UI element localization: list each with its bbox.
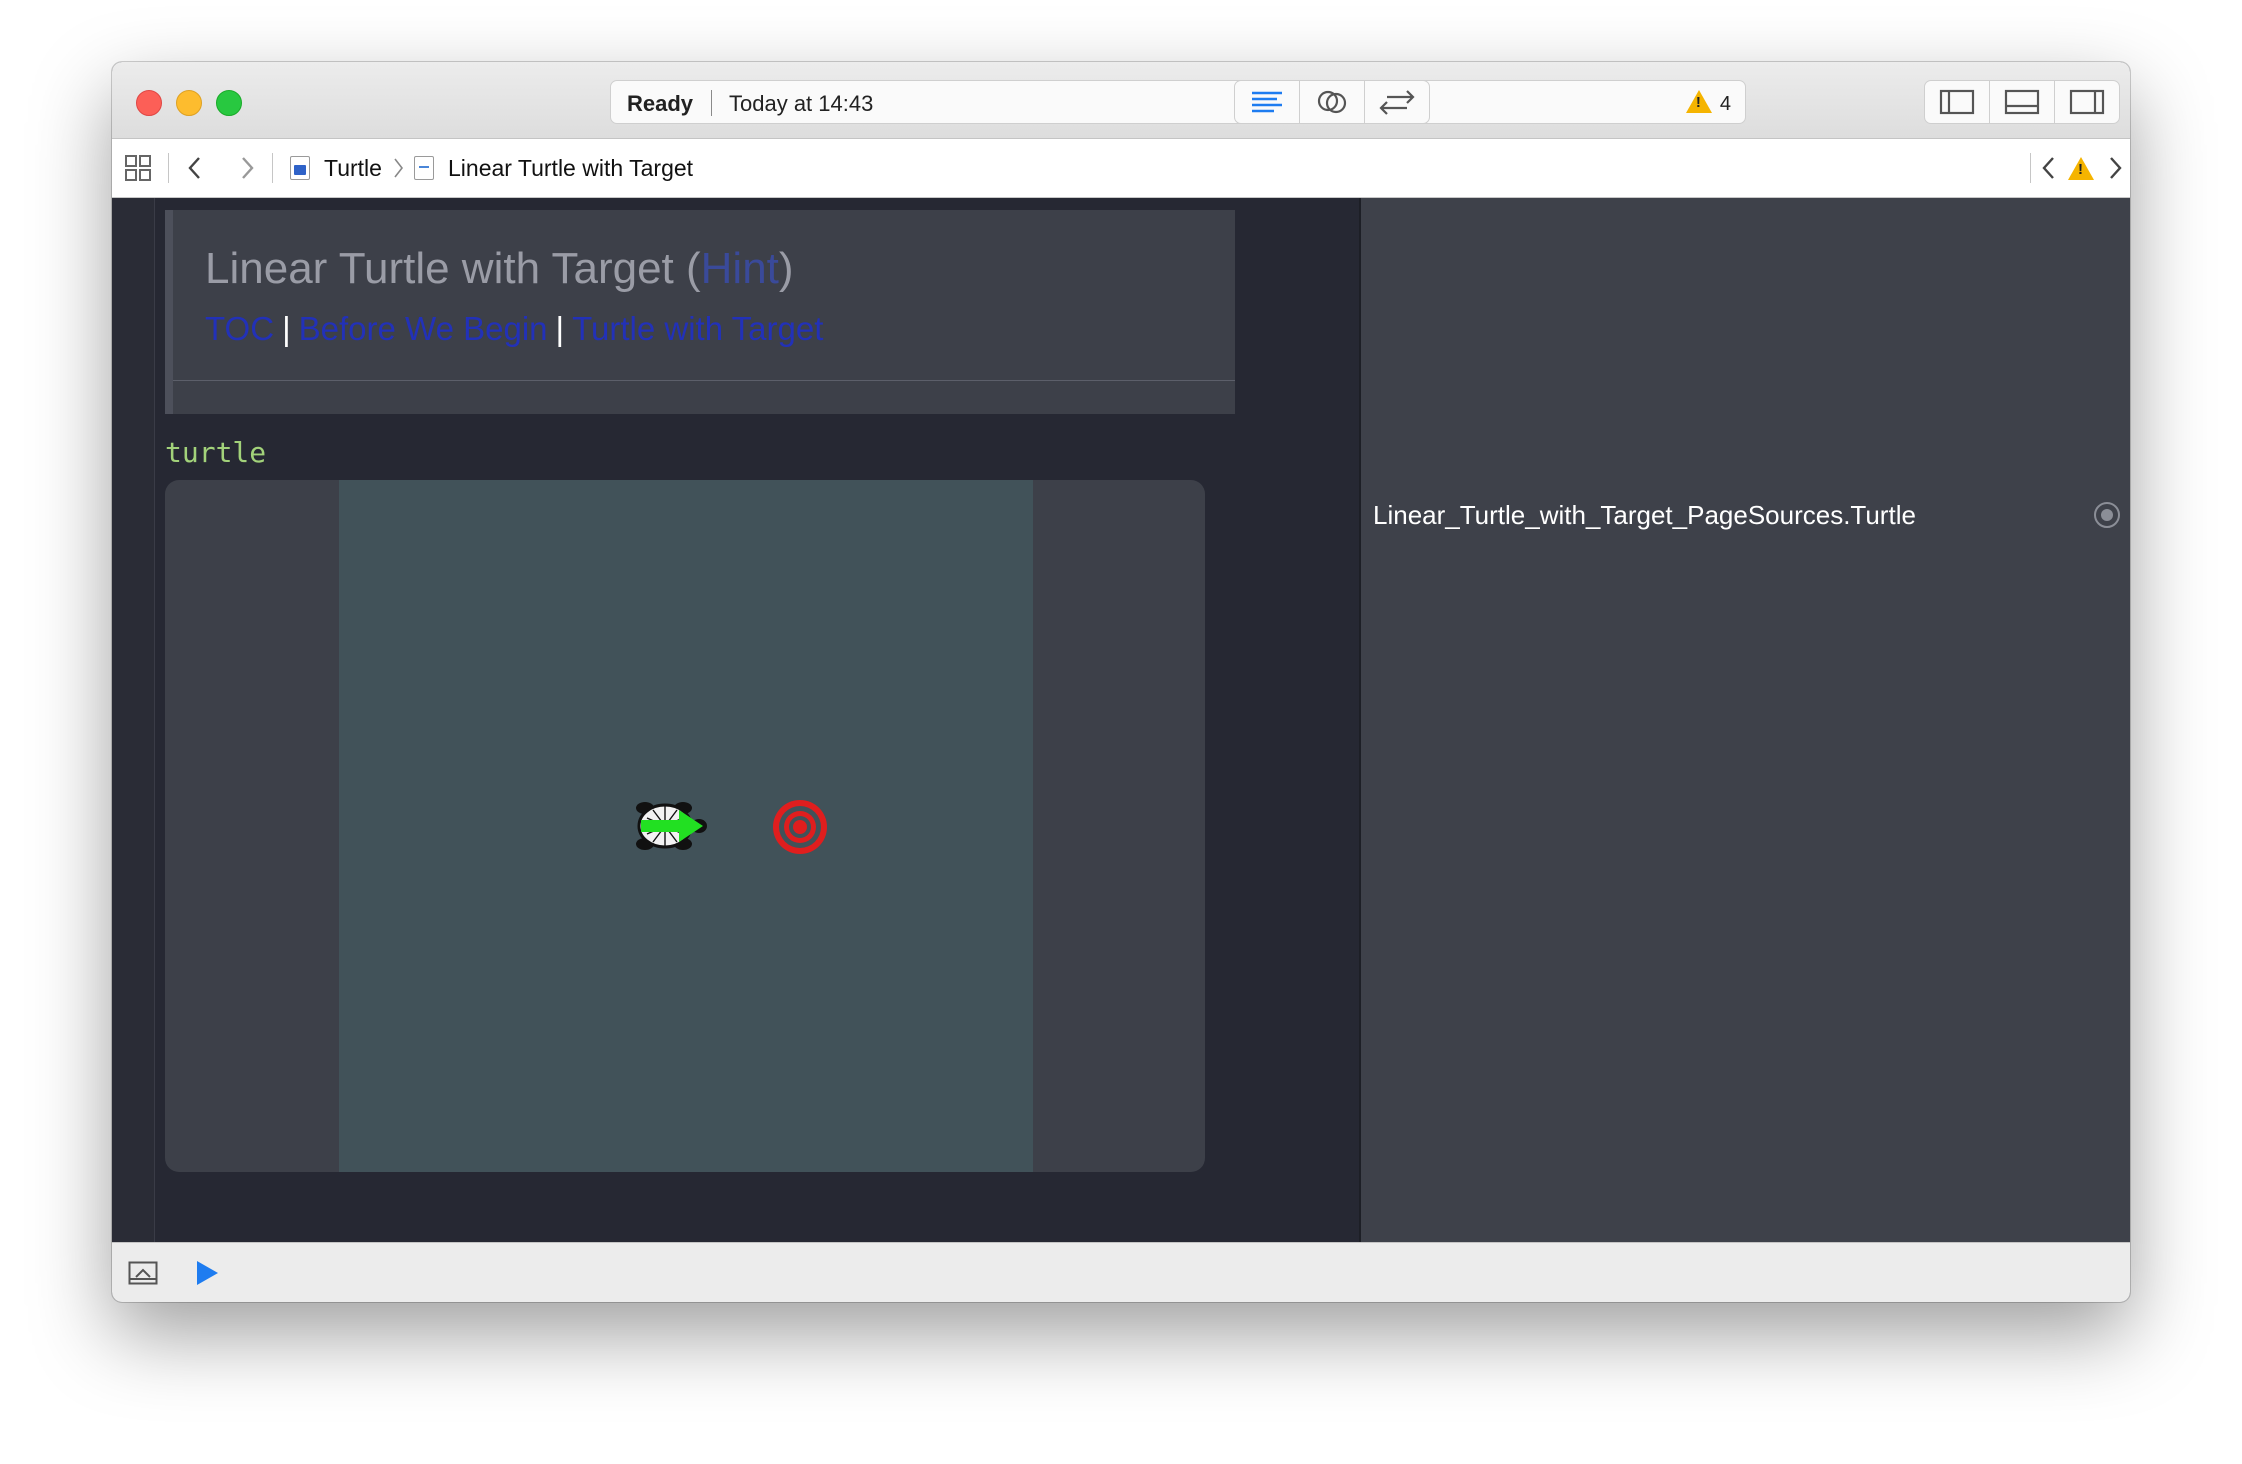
code-line[interactable]: turtle <box>165 436 266 469</box>
page-title: Linear Turtle with Target (Hint) <box>205 244 794 293</box>
hint-link[interactable]: Hint <box>701 244 779 293</box>
turtle-sprite <box>636 802 707 850</box>
debug-bar <box>112 1242 2130 1302</box>
navigate-forward-button[interactable] <box>236 139 258 197</box>
jump-bar-divider <box>2030 153 2031 183</box>
playground-page-icon <box>414 156 434 180</box>
editor-gutter <box>112 198 155 1242</box>
navigate-back-button[interactable] <box>184 139 206 197</box>
show-debug-area-icon <box>128 1261 158 1285</box>
playground-window: Ready Today at 14:43 4 <box>112 62 2130 1302</box>
toc-link[interactable]: TOC <box>205 310 274 347</box>
chevron-right-icon <box>242 157 254 179</box>
status-separator <box>711 90 712 116</box>
warning-count: 4 <box>1719 93 1731 115</box>
editor-mode-control <box>1234 80 1430 124</box>
show-result-button[interactable] <box>2094 502 2120 528</box>
toggle-navigator-button[interactable] <box>1925 81 1990 123</box>
warning-indicator[interactable]: 4 <box>1685 90 1731 116</box>
chevron-left-icon <box>2042 157 2054 179</box>
related-items-icon <box>125 155 151 181</box>
breadcrumb-label: Turtle <box>324 154 382 181</box>
issue-warning-indicator[interactable] <box>2068 139 2094 197</box>
toggle-debug-area-button[interactable] <box>1990 81 2055 123</box>
source-editor[interactable]: Linear Turtle with Target (Hint) TOC | Bef… <box>155 198 1359 1242</box>
standard-editor-button[interactable] <box>1235 81 1300 123</box>
zoom-window-button[interactable] <box>216 90 242 116</box>
chevron-right-icon <box>394 158 404 178</box>
status-state: Ready <box>627 91 694 116</box>
link-separator: | <box>555 310 565 347</box>
horizontal-rule <box>173 380 1235 381</box>
assistant-editor-button[interactable] <box>1300 81 1365 123</box>
activity-status-view: Ready Today at 14:43 4 <box>610 80 1746 124</box>
result-value: Linear_Turtle_with_Target_PageSources.Tu… <box>1373 500 1916 530</box>
playground-file-icon <box>290 156 310 180</box>
standard-editor-icon <box>1252 91 1282 113</box>
warning-icon <box>2068 156 2094 180</box>
run-playground-button[interactable] <box>194 1259 220 1292</box>
toggle-utilities-button[interactable] <box>2055 81 2119 123</box>
close-window-button[interactable] <box>136 90 162 116</box>
version-editor-button[interactable] <box>1365 81 1429 123</box>
breadcrumb-page[interactable]: Linear Turtle with Target <box>414 139 693 197</box>
jump-bar-divider <box>272 153 273 183</box>
utilities-panel-icon <box>2069 89 2105 115</box>
related-items-button[interactable] <box>124 139 152 197</box>
title-bar: Ready Today at 14:43 4 <box>112 62 2130 139</box>
markup-comment-block: Linear Turtle with Target (Hint) TOC | Bef… <box>165 210 1235 414</box>
breadcrumb-separator <box>392 139 406 197</box>
target-sprite <box>773 800 827 854</box>
minimize-window-button[interactable] <box>176 90 202 116</box>
turtle-with-target-link[interactable]: Turtle with Target <box>572 310 823 347</box>
jump-bar: Turtle Linear Turtle with Target <box>112 139 2130 198</box>
results-sidebar: Linear_Turtle_with_Target_PageSources.Tu… <box>1361 198 2130 1242</box>
chevron-left-icon <box>188 157 200 179</box>
status-time: Today at 14:43 <box>729 91 874 116</box>
warning-icon <box>1685 90 1712 113</box>
chevron-right-icon <box>2110 157 2122 179</box>
panel-visibility-control <box>1924 80 2120 124</box>
next-issue-button[interactable] <box>2104 139 2126 197</box>
play-icon <box>197 1261 218 1285</box>
breadcrumb-playground[interactable]: Turtle <box>290 139 382 197</box>
turtle-canvas <box>339 480 1033 1172</box>
link-separator: | <box>282 310 291 347</box>
inline-live-view <box>165 480 1205 1172</box>
breadcrumb-label: Linear Turtle with Target <box>448 154 694 181</box>
navigator-panel-icon <box>1939 89 1975 115</box>
previous-issue-button[interactable] <box>2038 139 2060 197</box>
page-navigation-links: TOC | Before We Begin | Turtle with Target <box>205 310 823 348</box>
before-we-begin-link[interactable]: Before We Begin <box>299 310 548 347</box>
show-debug-area-button[interactable] <box>128 1261 158 1290</box>
debug-panel-icon <box>2004 89 2040 115</box>
jump-bar-divider <box>168 153 169 183</box>
version-editor-icon <box>1379 90 1415 115</box>
assistant-editor-icon <box>1317 90 1347 114</box>
